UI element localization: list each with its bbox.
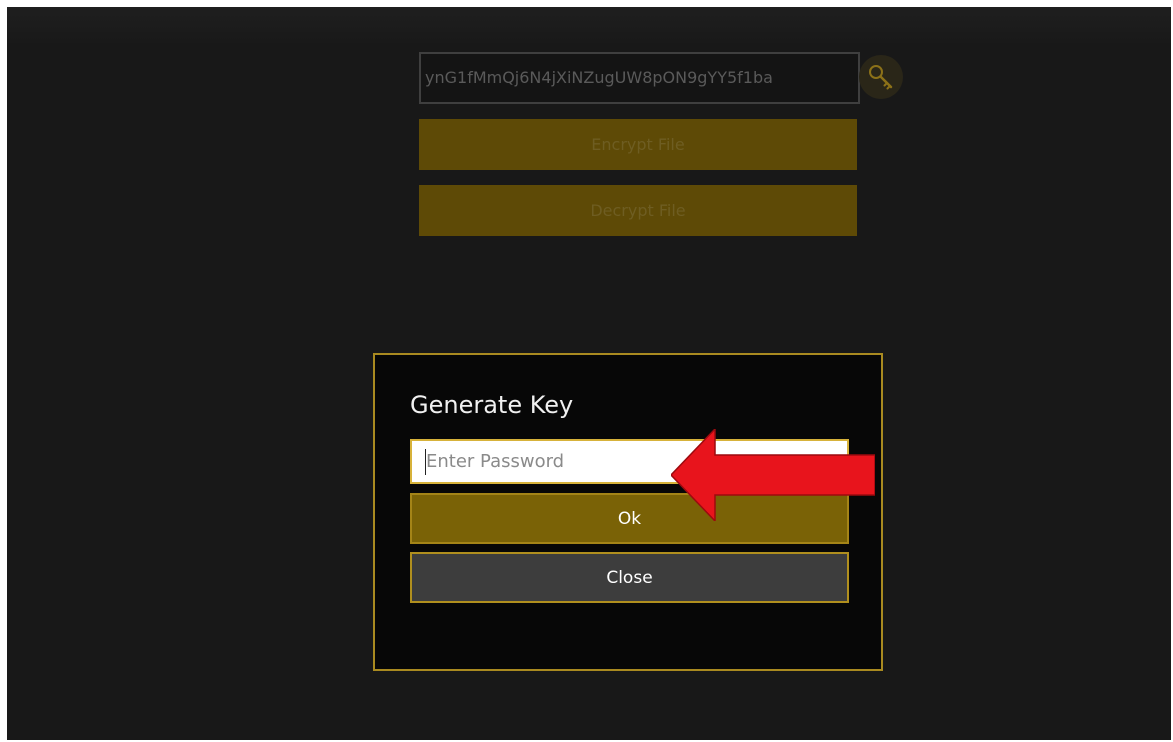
key-field[interactable]: ynG1fMmQj6N4jXiNZugUW8pON9gYY5f1ba bbox=[419, 52, 860, 104]
title-bar bbox=[7, 7, 1171, 47]
app-window: ynG1fMmQj6N4jXiNZugUW8pON9gYY5f1ba Encry… bbox=[7, 7, 1171, 740]
red-arrow-icon bbox=[671, 429, 875, 521]
close-button[interactable]: Close bbox=[410, 552, 849, 603]
text-caret bbox=[425, 449, 426, 475]
dialog-title: Generate Key bbox=[410, 391, 574, 419]
key-icon bbox=[869, 65, 893, 90]
generate-key-button[interactable] bbox=[859, 55, 903, 99]
decrypt-file-button[interactable]: Decrypt File bbox=[419, 185, 857, 236]
encrypt-file-button[interactable]: Encrypt File bbox=[419, 119, 857, 170]
